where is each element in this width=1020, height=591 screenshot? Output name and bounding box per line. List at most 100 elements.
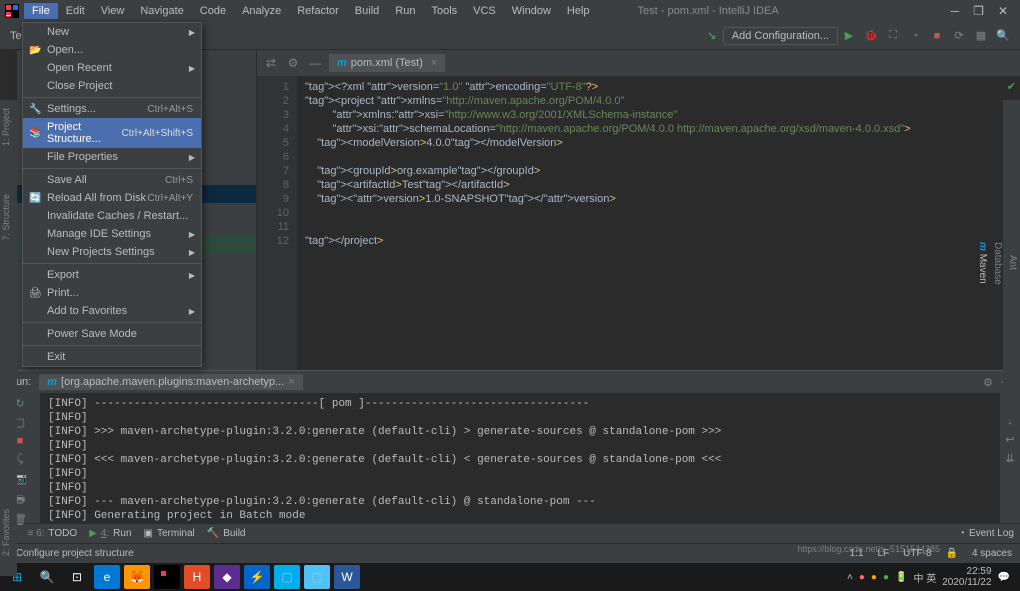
soft-wrap-icon[interactable]: ↩ xyxy=(1005,433,1014,446)
tab-maven[interactable]: m Maven xyxy=(975,238,990,288)
back-arrow-icon[interactable]: ↘ xyxy=(703,27,721,45)
menu-code[interactable]: Code xyxy=(192,3,234,19)
update-icon[interactable]: ⟳ xyxy=(950,27,968,45)
menu-help[interactable]: Help xyxy=(559,3,598,19)
search-taskbar-icon[interactable]: 🔍 xyxy=(34,565,60,589)
tray-ime-icon[interactable]: 中 英 xyxy=(913,570,936,585)
taskbar-clock[interactable]: 22:59 2020/11/22 xyxy=(942,566,991,588)
file-menu-add-to-favorites[interactable]: Add to Favorites▶ xyxy=(23,302,201,320)
menu-run[interactable]: Run xyxy=(387,3,423,19)
file-menu-close-project[interactable]: Close Project xyxy=(23,77,201,95)
tray-icon-2[interactable]: ● xyxy=(871,572,877,583)
tab-terminal[interactable]: ▣Terminal xyxy=(144,528,195,539)
file-menu-open-recent[interactable]: Open Recent▶ xyxy=(23,59,201,77)
run-icon[interactable]: ▶ xyxy=(840,27,858,45)
menu-analyze[interactable]: Analyze xyxy=(234,3,289,19)
status-indent[interactable]: 4 spaces xyxy=(972,548,1012,559)
file-menu-file-properties[interactable]: File Properties▶ xyxy=(23,148,201,166)
notification-icon[interactable]: 💬 xyxy=(998,572,1010,583)
menu-file[interactable]: File xyxy=(24,3,58,19)
scroll-end-icon[interactable]: ⇊ xyxy=(1005,452,1014,465)
edge-icon[interactable]: e xyxy=(94,565,120,589)
run-tab-label: [org.apache.maven.plugins:maven-archetyp… xyxy=(61,376,284,388)
file-menu-exit[interactable]: Exit xyxy=(23,348,201,366)
menu-bar: File Edit View Navigate Code Analyze Ref… xyxy=(0,0,1020,22)
tray-chevron-icon[interactable]: ˄ xyxy=(847,572,853,583)
menu-tools[interactable]: Tools xyxy=(423,3,465,19)
file-menu-power-save-mode[interactable]: Power Save Mode xyxy=(23,325,201,343)
menu-edit[interactable]: Edit xyxy=(58,3,93,19)
tray-battery-icon[interactable]: 🔋 xyxy=(895,572,907,583)
run-settings-icon[interactable]: ⚙ xyxy=(983,376,993,389)
back-nav-icon[interactable]: ⇄ xyxy=(263,56,279,70)
vs-icon[interactable]: ◆ xyxy=(214,565,240,589)
tab-database[interactable]: Database xyxy=(990,238,1005,289)
file-menu-save-all[interactable]: Save AllCtrl+S xyxy=(23,171,201,189)
menu-navigate[interactable]: Navigate xyxy=(132,3,191,19)
app-icon-4[interactable]: ▢ xyxy=(304,565,330,589)
tray-icon-3[interactable]: ● xyxy=(883,572,889,583)
editor-area: ⇄ ⚙ — m pom.xml (Test) × 123456789101112… xyxy=(257,50,1020,370)
tab-todo[interactable]: ≡ 6:TODO xyxy=(27,528,77,539)
file-menu-invalidate-caches-restart-[interactable]: Invalidate Caches / Restart... xyxy=(23,207,201,225)
analysis-ok-icon: ✔ xyxy=(1007,80,1016,94)
app-icon-1[interactable]: H xyxy=(184,565,210,589)
file-menu-reload-all-from-disk[interactable]: 🔄Reload All from DiskCtrl+Alt+Y xyxy=(23,189,201,207)
app-icon-3[interactable]: ▢ xyxy=(274,565,300,589)
file-menu-settings-[interactable]: 🔧Settings...Ctrl+Alt+S xyxy=(23,100,201,118)
coverage-icon[interactable]: ⛶ xyxy=(884,27,902,45)
collapse-icon[interactable]: — xyxy=(307,56,323,70)
editor-tab-pom[interactable]: m pom.xml (Test) × xyxy=(329,54,445,72)
search-icon[interactable]: 🔍 xyxy=(994,27,1012,45)
intellij-logo-icon xyxy=(4,3,20,19)
tab-close-icon[interactable]: × xyxy=(431,57,437,69)
status-lock-icon[interactable]: 🔒 xyxy=(946,548,958,559)
debug-icon[interactable]: 🐞 xyxy=(862,27,880,45)
bottom-tool-tabs: ▦ ≡ 6:TODO ▶4:Run ▣Terminal 🔨Build ◔Even… xyxy=(0,523,1020,543)
app-icon-2[interactable]: ⚡ xyxy=(244,565,270,589)
close-icon[interactable]: ✕ xyxy=(998,4,1008,18)
menu-build[interactable]: Build xyxy=(347,3,387,19)
file-menu-new-projects-settings[interactable]: New Projects Settings▶ xyxy=(23,243,201,261)
word-icon[interactable]: W xyxy=(334,565,360,589)
menu-refactor[interactable]: Refactor xyxy=(289,3,347,19)
gear-icon[interactable]: ⚙ xyxy=(285,56,301,70)
profile-icon[interactable]: ◔ xyxy=(906,27,924,45)
maximize-icon[interactable]: ❐ xyxy=(973,4,984,18)
windows-taskbar: ⊞ 🔍 ⊡ e 🦊 H ◆ ⚡ ▢ ▢ W ˄ ● ● ● 🔋 https://… xyxy=(0,563,1020,591)
tray-icon-1[interactable]: ● xyxy=(859,572,865,583)
file-menu-manage-ide-settings[interactable]: Manage IDE Settings▶ xyxy=(23,225,201,243)
file-menu-project-structure-[interactable]: 📚Project Structure...Ctrl+Alt+Shift+S xyxy=(23,118,201,148)
watermark: https://blog.csdn.net/s_5151544385 xyxy=(797,544,940,554)
tab-project[interactable]: 1: Project xyxy=(0,104,12,150)
file-menu-export[interactable]: Export▶ xyxy=(23,266,201,284)
tab-ant[interactable]: Ant xyxy=(1005,251,1020,274)
code-content[interactable]: "tag"><?xml "attr">version="1.0" "attr">… xyxy=(297,76,1020,370)
menu-view[interactable]: View xyxy=(93,3,133,19)
stop-icon[interactable]: ■ xyxy=(928,27,946,45)
file-menu-new[interactable]: New▶ xyxy=(23,23,201,41)
task-view-icon[interactable]: ⊡ xyxy=(64,565,90,589)
right-tool-strip: Ant Database m Maven xyxy=(1003,100,1020,420)
tab-run-bottom[interactable]: ▶4:Run xyxy=(89,528,131,539)
file-menu-print-[interactable]: 🖨Print... xyxy=(23,284,201,302)
tab-structure[interactable]: 7: Structure xyxy=(0,190,12,245)
intellij-taskbar-icon[interactable] xyxy=(154,565,180,589)
menu-vcs[interactable]: VCS xyxy=(465,3,504,19)
run-tab-close-icon[interactable]: × xyxy=(288,376,294,388)
maven-file-icon: m xyxy=(337,57,347,69)
file-menu-open-[interactable]: 📂Open... xyxy=(23,41,201,59)
add-configuration-button[interactable]: Add Configuration... xyxy=(723,27,838,45)
tab-event-log[interactable]: ◔Event Log xyxy=(959,528,1014,539)
minimize-icon[interactable]: ─ xyxy=(951,4,960,18)
console-output[interactable]: [INFO] ---------------------------------… xyxy=(40,393,1000,523)
maven-run-icon: m xyxy=(47,376,57,388)
structure-icon[interactable]: ▦ xyxy=(972,27,990,45)
run-tab[interactable]: m [org.apache.maven.plugins:maven-archet… xyxy=(39,374,302,390)
editor-tab-label: pom.xml (Test) xyxy=(351,57,423,69)
tab-favorites[interactable]: 2: Favorites xyxy=(0,505,12,560)
status-hint: Configure project structure xyxy=(16,548,134,559)
menu-window[interactable]: Window xyxy=(504,3,559,19)
firefox-icon[interactable]: 🦊 xyxy=(124,565,150,589)
tab-build[interactable]: 🔨Build xyxy=(207,528,246,539)
